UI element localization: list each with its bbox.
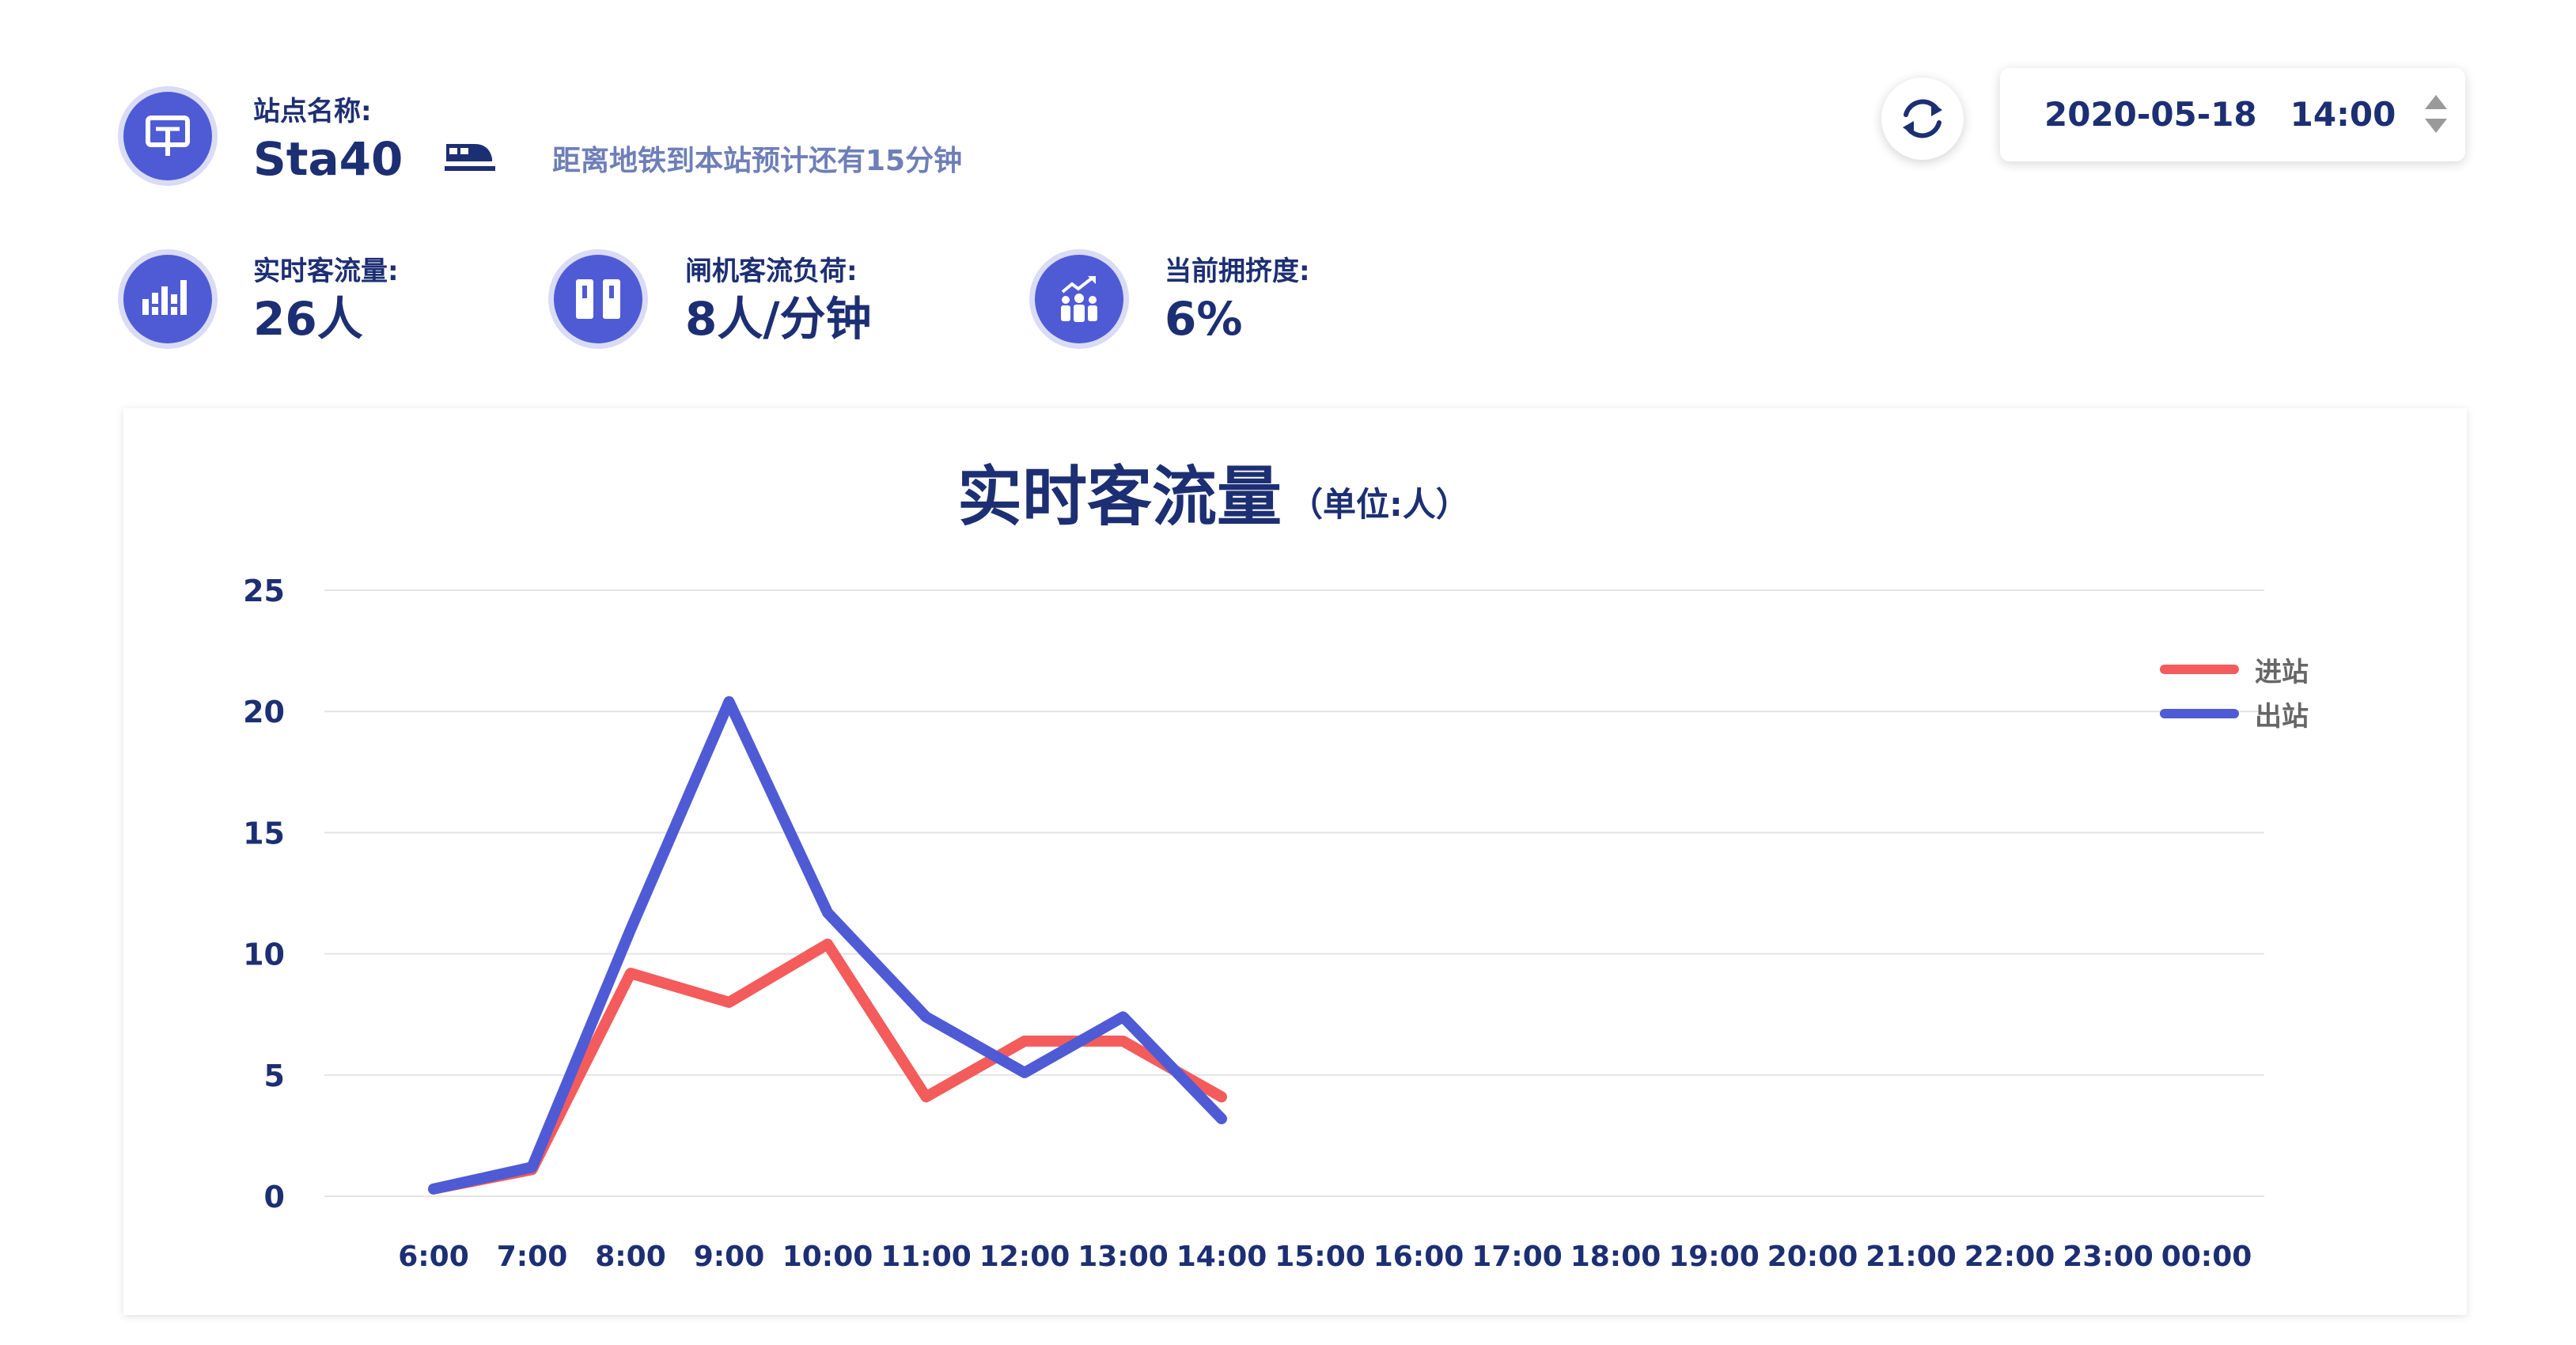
y-tick-label: 5 <box>264 1059 285 1093</box>
data-point-outbound <box>728 700 730 703</box>
data-point-outbound <box>630 928 631 930</box>
y-tick-label: 15 <box>243 816 285 851</box>
x-tick-label: 13:00 <box>1078 1241 1169 1273</box>
data-point-inbound <box>1122 1040 1124 1042</box>
data-point-inbound <box>1221 1096 1222 1098</box>
x-tick-label: 23:00 <box>2063 1241 2154 1273</box>
chart-subtitle: （单位:人） <box>1290 485 1469 524</box>
chart-title: 实时客流量 <box>957 460 1282 535</box>
legend-swatch-outbound <box>2160 709 2239 718</box>
x-tick-label: 18:00 <box>1570 1241 1661 1273</box>
x-tick-label: 15:00 <box>1275 1241 1366 1273</box>
x-tick-label: 10:00 <box>782 1241 873 1273</box>
data-point-inbound <box>1024 1040 1025 1042</box>
legend-swatch-inbound <box>2160 665 2239 674</box>
x-tick-label: 22:00 <box>1964 1241 2055 1273</box>
x-tick-label: 14:00 <box>1176 1241 1267 1273</box>
x-tick-label: 21:00 <box>1866 1241 1957 1273</box>
x-tick-label: 00:00 <box>2161 1241 2252 1273</box>
chart-legend: 进站 出站 <box>2160 647 2309 736</box>
series-line-inbound <box>428 938 1227 1195</box>
data-point-inbound <box>827 943 828 945</box>
x-tick-label: 16:00 <box>1373 1241 1464 1273</box>
x-tick-label: 12:00 <box>979 1241 1070 1273</box>
y-tick-label: 10 <box>243 938 285 972</box>
y-tick-label: 0 <box>264 1180 285 1214</box>
y-tick-label: 25 <box>243 574 285 608</box>
data-point-outbound <box>1122 1016 1124 1018</box>
dashboard: 站点名称: Sta40 距离地铁到本站预计还有15分钟 2020-05-18 14… <box>0 0 2576 1345</box>
x-tick-label: 19:00 <box>1669 1241 1760 1273</box>
data-point-outbound <box>1221 1117 1222 1120</box>
legend-label-inbound: 进站 <box>2255 656 2309 688</box>
legend-label-outbound: 出站 <box>2255 700 2309 733</box>
data-point-inbound <box>728 1001 730 1003</box>
data-point-outbound <box>433 1188 434 1190</box>
data-point-outbound <box>827 911 828 914</box>
x-tick-label: 7:00 <box>497 1241 568 1273</box>
data-point-inbound <box>630 972 631 975</box>
legend-item-inbound[interactable]: 进站 <box>2160 647 2309 691</box>
x-tick-label: 20:00 <box>1767 1241 1858 1273</box>
data-point-inbound <box>925 1096 927 1098</box>
data-point-outbound <box>1024 1071 1025 1074</box>
data-point-outbound <box>531 1166 533 1169</box>
x-tick-label: 17:00 <box>1472 1241 1563 1273</box>
legend-item-outbound[interactable]: 出站 <box>2160 691 2309 736</box>
x-tick-label: 9:00 <box>694 1241 765 1273</box>
data-point-outbound <box>925 1016 927 1018</box>
x-tick-label: 6:00 <box>398 1241 469 1273</box>
y-tick-label: 20 <box>243 695 285 729</box>
x-tick-label: 11:00 <box>881 1241 972 1273</box>
x-tick-label: 8:00 <box>595 1241 666 1273</box>
